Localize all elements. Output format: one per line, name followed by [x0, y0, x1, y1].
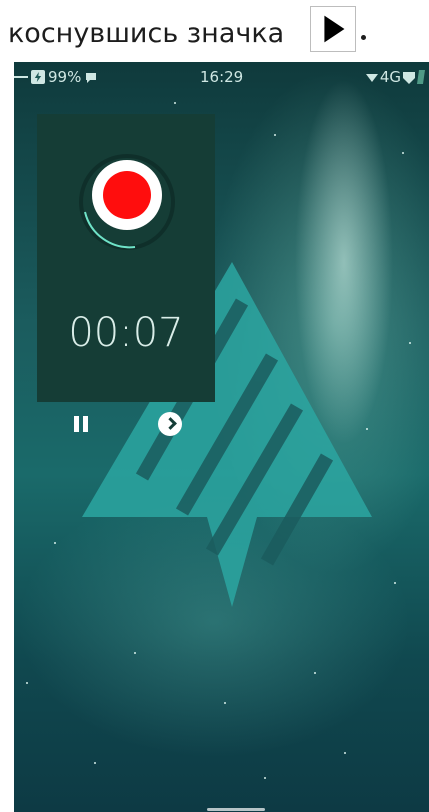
- pause-button[interactable]: [70, 414, 94, 436]
- battery-percent: 99%: [48, 68, 82, 86]
- record-button[interactable]: [92, 160, 162, 230]
- battery-icon: [31, 70, 45, 84]
- network-type: 4G: [379, 68, 401, 86]
- record-icon: [103, 171, 151, 219]
- status-bar: 99% 16:29 4G: [14, 62, 429, 92]
- notification-icon: [86, 73, 97, 83]
- sim-icon: [417, 70, 425, 84]
- pause-icon: [74, 416, 79, 432]
- status-right: 4G: [365, 68, 425, 86]
- recorder-widget[interactable]: 00:07: [37, 114, 215, 436]
- pause-icon-bar: [83, 416, 88, 432]
- chevron-right-icon[interactable]: [158, 412, 182, 436]
- signal-icon: [403, 72, 415, 84]
- home-indicator[interactable]: [207, 808, 265, 811]
- caption-period: [361, 35, 366, 40]
- instruction-caption: коснувшись значка: [0, 0, 429, 62]
- elapsed-time: 00:07: [68, 310, 184, 356]
- play-icon: [310, 6, 356, 52]
- charging-icon: [14, 76, 28, 78]
- phone-screen: 99% 16:29 4G 00:07: [14, 62, 429, 812]
- status-left: 99%: [14, 68, 98, 86]
- caption-text: коснувшись значка: [8, 18, 285, 49]
- wifi-icon: [365, 74, 378, 82]
- status-time: 16:29: [200, 68, 244, 86]
